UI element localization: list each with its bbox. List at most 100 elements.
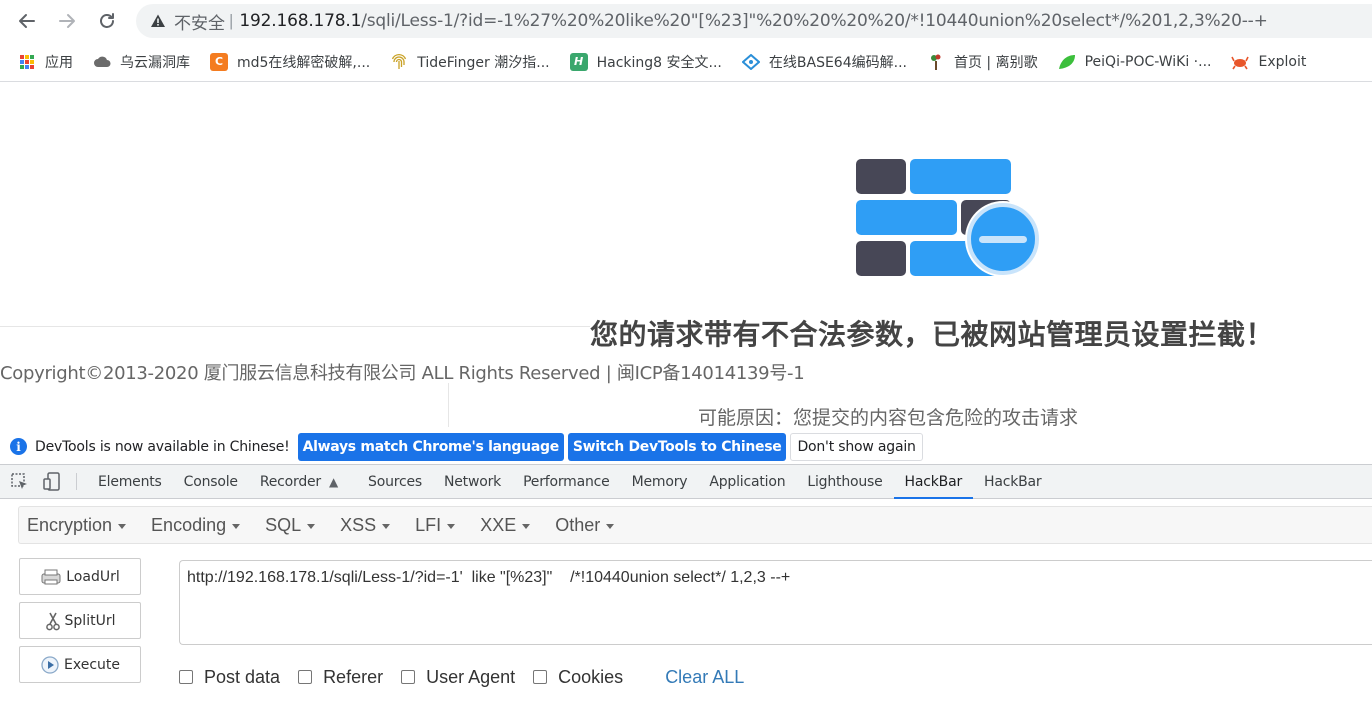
- block-title: 您的请求带有不合法参数，已被网站管理员设置拦截！: [590, 318, 1275, 351]
- back-button[interactable]: [14, 8, 40, 34]
- checkbox-box[interactable]: [298, 670, 313, 684]
- caret-down-icon: [232, 523, 241, 529]
- tab-hackbar-2[interactable]: HackBar: [973, 465, 1052, 498]
- reload-button[interactable]: [94, 8, 120, 34]
- menu-xxe[interactable]: XXE: [480, 515, 531, 536]
- address-bar[interactable]: 不安全 | 192.168.178.1 /sqli/Less-1/?id=-1%…: [136, 4, 1372, 38]
- browser-toolbar: 不安全 | 192.168.178.1 /sqli/Less-1/?id=-1%…: [0, 0, 1372, 42]
- menu-xss[interactable]: XSS: [340, 515, 391, 536]
- bookmark-cmd5[interactable]: C md5在线解密破解,...: [210, 52, 370, 72]
- tab-application[interactable]: Application: [698, 465, 796, 498]
- tab-hackbar[interactable]: HackBar: [893, 465, 974, 499]
- tab-label: Elements: [98, 473, 162, 490]
- tab-console[interactable]: Console: [173, 465, 249, 498]
- divider: [448, 383, 449, 427]
- execute-button[interactable]: Execute: [19, 646, 141, 683]
- info-icon: i: [10, 438, 27, 455]
- caret-down-icon: [307, 523, 316, 529]
- load-icon: [40, 568, 62, 586]
- leaf-icon: [1058, 53, 1076, 71]
- flask-icon: ▲: [328, 474, 339, 489]
- execute-label: Execute: [64, 656, 120, 673]
- bookmark-apps[interactable]: 应用: [18, 52, 73, 72]
- menu-lfi[interactable]: LFI: [415, 515, 456, 536]
- checkbox-box[interactable]: [401, 670, 416, 684]
- url-textarea[interactable]: http://192.168.178.1/sqli/Less-1/?id=-1'…: [179, 560, 1372, 645]
- cloud-icon: [93, 53, 111, 71]
- bookmark-wooyun[interactable]: 乌云漏洞库: [93, 52, 190, 72]
- bookmark-label: Exploit: [1258, 53, 1307, 70]
- bookmark-label: 乌云漏洞库: [120, 54, 190, 71]
- tab-label: Network: [444, 473, 502, 490]
- tab-label: HackBar: [984, 473, 1042, 490]
- reload-icon: [100, 13, 114, 28]
- tab-label: Application: [709, 473, 786, 490]
- bookmark-hacking8[interactable]: H Hacking8 安全文...: [569, 52, 722, 72]
- devtools-language-infobar: i DevTools is now available in Chinese! …: [0, 430, 1372, 463]
- user-agent-checkbox[interactable]: User Agent: [401, 667, 515, 688]
- bookmark-base64[interactable]: 在线BASE64编码解...: [741, 52, 907, 72]
- menu-sql[interactable]: SQL: [265, 514, 316, 536]
- menu-encoding[interactable]: Encoding: [151, 515, 241, 536]
- bookmark-tidefinger[interactable]: TideFinger 潮汐指...: [390, 52, 550, 72]
- scissors-icon: [45, 611, 61, 631]
- checkbox-label: User Agent: [426, 666, 516, 687]
- arrow-left-icon: [19, 14, 35, 28]
- plant-icon: [927, 53, 945, 71]
- hackbar-options: Post data Referer User Agent Cookies Cle…: [179, 665, 744, 689]
- tab-network[interactable]: Network: [433, 465, 512, 498]
- cmd5-icon: C: [210, 52, 228, 71]
- menu-label: Other: [555, 514, 601, 535]
- tab-recorder[interactable]: Recorder ▲: [249, 465, 349, 498]
- tab-label: Performance: [523, 473, 610, 490]
- inspect-element-button[interactable]: [4, 465, 36, 498]
- tab-sources[interactable]: Sources: [357, 465, 433, 498]
- tab-memory[interactable]: Memory: [621, 465, 699, 498]
- bookmark-label: PeiQi-POC-WiKi ·...: [1084, 53, 1212, 70]
- bookmark-libiege[interactable]: 首页 | 离别歌: [927, 52, 1038, 72]
- device-toolbar-button[interactable]: [36, 465, 68, 498]
- switch-to-chinese-button[interactable]: Switch DevTools to Chinese: [567, 432, 787, 461]
- checkbox-label: Cookies: [558, 666, 624, 687]
- address-separator: |: [229, 11, 234, 30]
- blocked-page: 您的请求带有不合法参数，已被网站管理员设置拦截！ Copyright©2013-…: [0, 83, 1372, 430]
- caret-down-icon: [606, 523, 615, 529]
- tab-elements[interactable]: Elements: [87, 465, 173, 498]
- checkbox-label: Post data: [204, 666, 281, 687]
- load-url-button[interactable]: LoadUrl: [19, 558, 141, 595]
- dont-show-again-button[interactable]: Don't show again: [790, 432, 923, 461]
- forward-button[interactable]: [54, 8, 80, 34]
- checkbox-box[interactable]: [179, 670, 193, 684]
- always-match-language-button[interactable]: Always match Chrome's language: [297, 432, 564, 461]
- tab-lighthouse[interactable]: Lighthouse: [796, 465, 893, 498]
- hackbar-menu: Encryption Encoding SQL XSS LFI XXE Othe…: [18, 506, 1372, 544]
- checkbox-box[interactable]: [533, 670, 548, 684]
- bookmark-peiqi[interactable]: PeiQi-POC-WiKi ·...: [1058, 53, 1212, 71]
- load-url-label: LoadUrl: [66, 568, 120, 585]
- play-icon: [40, 655, 60, 675]
- bookmark-label: Hacking8 安全文...: [596, 54, 722, 71]
- referer-checkbox[interactable]: Referer: [298, 667, 383, 688]
- divider: [0, 326, 590, 327]
- clear-all-link[interactable]: Clear ALL: [665, 667, 744, 688]
- tab-performance[interactable]: Performance: [512, 465, 621, 498]
- firewall-block-icon: [856, 159, 1041, 277]
- cookies-checkbox[interactable]: Cookies: [533, 667, 623, 688]
- bookmark-exploit[interactable]: Exploit: [1231, 53, 1306, 71]
- caret-down-icon: [118, 523, 127, 529]
- post-data-checkbox[interactable]: Post data: [179, 667, 280, 688]
- not-secure-label: 不安全: [174, 13, 225, 34]
- url-path: /sqli/Less-1/?id=-1%27%20%20like%20"[%23…: [361, 11, 1268, 31]
- warning-triangle-icon[interactable]: [150, 13, 166, 29]
- apps-grid-icon: [18, 53, 36, 71]
- menu-label: SQL: [265, 514, 302, 535]
- select-element-icon: [11, 472, 27, 489]
- device-toggle-icon: [43, 471, 60, 491]
- menu-encryption[interactable]: Encryption: [27, 515, 127, 536]
- menu-other[interactable]: Other: [555, 514, 615, 536]
- split-url-button[interactable]: SplitUrl: [19, 602, 141, 639]
- caret-down-icon: [382, 523, 391, 529]
- infobar-message: DevTools is now available in Chinese!: [35, 438, 290, 455]
- devtools-tab-strip: Elements Console Recorder ▲ Sources Netwo…: [0, 464, 1372, 499]
- caret-down-icon: [447, 523, 456, 529]
